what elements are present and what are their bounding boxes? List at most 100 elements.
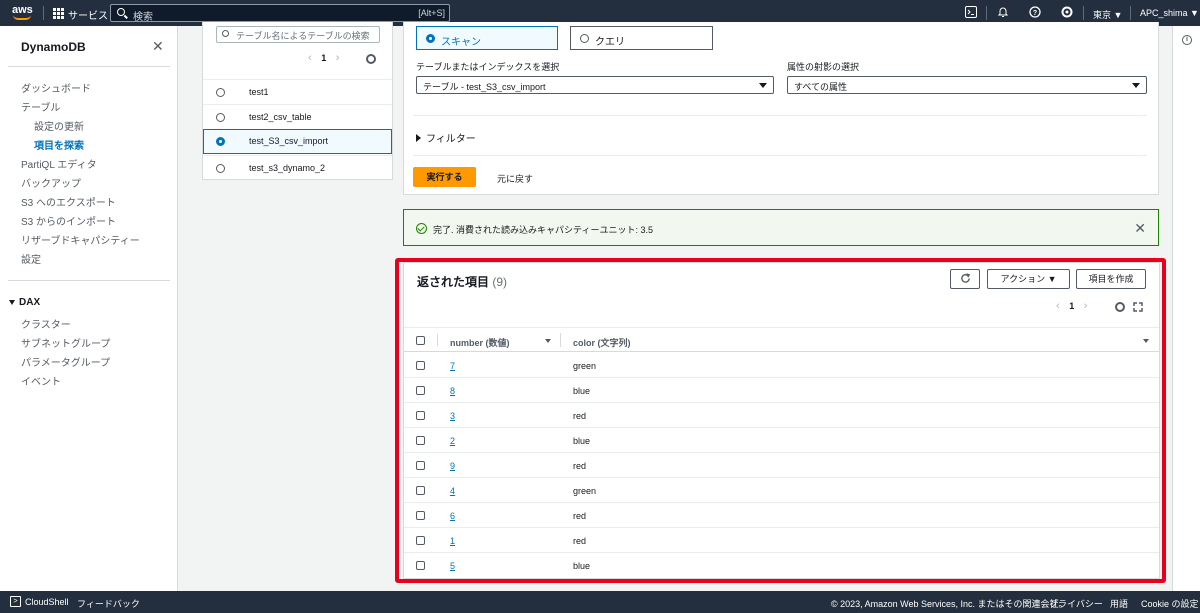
table-row[interactable]: 5 blue [404, 553, 1159, 578]
nav-reserved-capacity[interactable]: リザーブドキャパシティー [21, 232, 140, 247]
privacy-link[interactable]: プライバシー [1049, 597, 1103, 610]
item-number-link[interactable]: 6 [450, 511, 455, 521]
help-icon[interactable]: ? [1028, 6, 1042, 20]
refresh-button[interactable] [950, 269, 980, 289]
feedback-link[interactable]: フィードバック [77, 597, 140, 610]
nav-dax-clusters[interactable]: クラスター [21, 316, 71, 331]
table-index-select[interactable]: テーブル - test_S3_csv_import [416, 76, 774, 94]
close-icon[interactable]: ✕ [152, 38, 164, 55]
run-button[interactable]: 実行する [413, 167, 476, 187]
item-number-link[interactable]: 3 [450, 411, 455, 421]
settings-icon[interactable] [1060, 6, 1074, 20]
radio-button[interactable] [580, 34, 589, 43]
nav-export-s3[interactable]: S3 へのエクスポート [21, 194, 116, 209]
radio-button-selected[interactable] [216, 137, 225, 146]
chevron-left-icon[interactable]: ‹ [308, 52, 312, 64]
row-checkbox[interactable] [416, 461, 425, 470]
item-number-link[interactable]: 7 [450, 361, 455, 371]
services-menu-button[interactable]: サービス [68, 7, 108, 22]
table-row-selected[interactable]: test_S3_csv_import [203, 129, 392, 154]
cloudshell-icon[interactable] [964, 6, 978, 20]
sort-caret-icon[interactable] [1143, 339, 1149, 343]
row-checkbox[interactable] [416, 361, 425, 370]
scan-option[interactable]: スキャン [416, 26, 558, 50]
nav-update-settings[interactable]: 設定の更新 [34, 118, 84, 133]
nav-dashboard[interactable]: ダッシュボード [21, 80, 91, 95]
item-number-link[interactable]: 1 [450, 536, 455, 546]
row-checkbox[interactable] [416, 511, 425, 520]
select-all-checkbox[interactable] [416, 336, 425, 345]
projection-select[interactable]: すべての属性 [787, 76, 1147, 94]
cookie-settings-link[interactable]: Cookie の設定 [1141, 597, 1199, 610]
chevron-right-icon[interactable]: › [1084, 300, 1088, 312]
nav-tables[interactable]: テーブル [21, 99, 60, 114]
cloudshell-icon[interactable]: > [10, 596, 21, 607]
row-checkbox[interactable] [416, 486, 425, 495]
divider [986, 6, 987, 20]
page-number[interactable]: 1 [1069, 301, 1074, 311]
region-selector[interactable]: 東京 ▼ [1093, 8, 1122, 21]
row-checkbox[interactable] [416, 411, 425, 420]
refresh-icon [960, 273, 970, 283]
radio-button-selected[interactable] [426, 34, 435, 43]
preferences-gear-icon[interactable] [366, 54, 376, 64]
services-grid-icon[interactable] [53, 8, 64, 19]
close-icon[interactable]: ✕ [1134, 220, 1146, 237]
nav-dax-parameter-groups[interactable]: パラメータグループ [21, 354, 110, 369]
terms-link[interactable]: 用語 [1110, 597, 1128, 610]
filter-expander[interactable]: フィルター [416, 130, 476, 145]
account-menu[interactable]: APC_shima ▼ [1140, 8, 1199, 18]
item-number-link[interactable]: 5 [450, 561, 455, 571]
search-icon [117, 8, 125, 16]
table-row[interactable]: 2 blue [404, 428, 1159, 453]
radio-button[interactable] [216, 113, 225, 122]
fullscreen-icon[interactable] [1133, 302, 1143, 312]
radio-button[interactable] [216, 164, 225, 173]
nav-dax-subnet-groups[interactable]: サブネットグループ [21, 335, 110, 350]
item-number-link[interactable]: 8 [450, 386, 455, 396]
nav-dax-events[interactable]: イベント [21, 373, 61, 388]
table-row[interactable]: test1 [203, 79, 392, 104]
table-row[interactable]: test_s3_dynamo_2 [203, 155, 392, 180]
chevron-left-icon[interactable]: ‹ [1056, 300, 1060, 312]
item-number-link[interactable]: 9 [450, 461, 455, 471]
column-header-number[interactable]: number (数値) [450, 336, 510, 349]
actions-dropdown[interactable]: アクション ▼ [987, 269, 1070, 289]
row-checkbox[interactable] [416, 386, 425, 395]
nav-section-dax[interactable]: DAX [9, 297, 40, 308]
item-number-link[interactable]: 4 [450, 486, 455, 496]
row-checkbox[interactable] [416, 561, 425, 570]
table-search-input[interactable]: テーブル名によるテーブルの検索 [216, 26, 380, 43]
cloudshell-link[interactable]: CloudShell [25, 597, 69, 607]
table-row[interactable]: 3 red [404, 403, 1159, 428]
info-icon[interactable]: i [1182, 35, 1192, 45]
bell-icon[interactable] [996, 6, 1010, 20]
table-row[interactable]: 1 red [404, 528, 1159, 553]
global-search-input[interactable]: 検索 [Alt+S] [110, 4, 450, 23]
item-number-link[interactable]: 2 [450, 436, 455, 446]
table-row[interactable]: 6 red [404, 503, 1159, 528]
nav-explore-items[interactable]: 項目を探索 [34, 137, 84, 152]
column-header-color[interactable]: color (文字列) [573, 336, 631, 349]
table-row[interactable]: 8 blue [404, 378, 1159, 403]
nav-partiql-editor[interactable]: PartiQL エディタ [21, 156, 97, 171]
radio-button[interactable] [216, 88, 225, 97]
create-item-button[interactable]: 項目を作成 [1076, 269, 1146, 289]
page-number[interactable]: 1 [321, 53, 326, 63]
nav-backups[interactable]: バックアップ [21, 175, 81, 190]
query-option[interactable]: クエリ [570, 26, 713, 50]
chevron-right-icon[interactable]: › [336, 52, 340, 64]
row-checkbox[interactable] [416, 436, 425, 445]
search-icon [222, 30, 229, 37]
nav-import-s3[interactable]: S3 からのインポート [21, 213, 116, 228]
aws-logo[interactable]: aws [12, 4, 34, 22]
reset-button[interactable]: 元に戻す [497, 172, 533, 185]
table-row[interactable]: 4 green [404, 478, 1159, 503]
table-row[interactable]: test2_csv_table [203, 104, 392, 129]
nav-settings[interactable]: 設定 [21, 251, 41, 266]
preferences-gear-icon[interactable] [1115, 302, 1125, 312]
sort-caret-icon[interactable] [545, 339, 551, 343]
table-row[interactable]: 9 red [404, 453, 1159, 478]
row-checkbox[interactable] [416, 536, 425, 545]
table-row[interactable]: 7 green [404, 353, 1159, 378]
